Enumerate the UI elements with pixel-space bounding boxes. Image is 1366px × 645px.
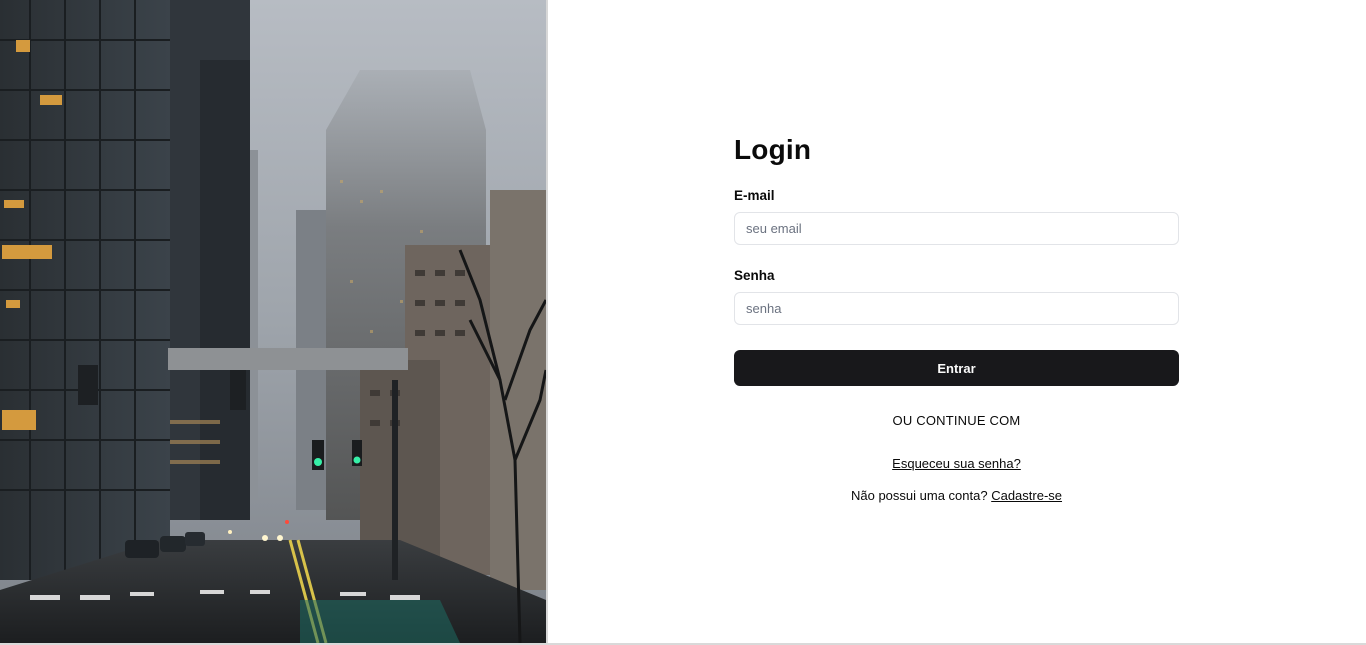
login-form-panel: Login E-mail Senha Entrar OU CONTINUE CO… <box>548 0 1366 643</box>
forgot-password-link[interactable]: Esqueceu sua senha? <box>892 456 1021 471</box>
login-button[interactable]: Entrar <box>734 350 1179 386</box>
forgot-password-row: Esqueceu sua senha? <box>734 456 1179 471</box>
city-street-illustration <box>0 0 546 643</box>
password-label: Senha <box>734 268 775 283</box>
page-title: Login <box>734 134 812 165</box>
login-page: Login E-mail Senha Entrar OU CONTINUE CO… <box>0 0 1366 645</box>
hero-photo <box>0 0 546 643</box>
alt-login-divider: OU CONTINUE COM <box>892 413 1021 428</box>
email-field-group: E-mail <box>734 188 1179 245</box>
email-field[interactable] <box>734 212 1179 245</box>
password-field-group: Senha <box>734 268 1179 325</box>
no-account-text: Não possui uma conta? <box>850 488 988 503</box>
password-field[interactable] <box>734 292 1179 325</box>
login-form: Login E-mail Senha Entrar OU CONTINUE CO… <box>734 130 1179 503</box>
signup-row: Não possui uma conta? Cadastre-se <box>734 488 1179 503</box>
signup-link[interactable]: Cadastre-se <box>991 488 1062 503</box>
email-label: E-mail <box>734 188 775 203</box>
